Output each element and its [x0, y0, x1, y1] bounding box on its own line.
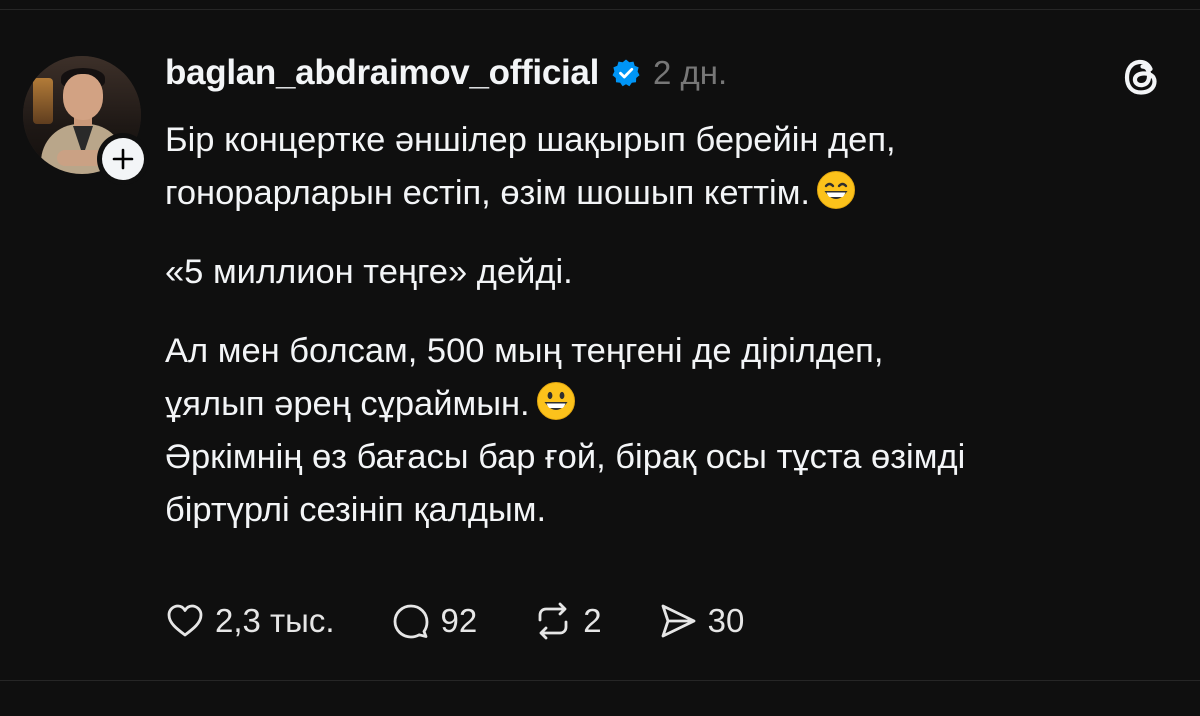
post-body: Бір концертке әншілер шақырып берейін де… — [165, 114, 1185, 537]
post-line: Әркімнің өз бағасы бар ғой, бірақ осы тұ… — [165, 438, 966, 476]
post-line: гонорарларын естіп, өзім шошып кеттім. — [165, 167, 1185, 220]
like-count: 2,3 тыс. — [215, 602, 335, 639]
bottom-divider — [0, 680, 1200, 681]
threads-logo-icon[interactable] — [1117, 52, 1167, 102]
post-line: «5 миллион теңге» дейді. — [165, 253, 573, 291]
post-header: baglan_abdraimov_official 2 дн. — [165, 52, 727, 94]
follow-button[interactable] — [97, 133, 149, 185]
verified-badge-icon — [612, 59, 640, 87]
comment-count: 92 — [440, 602, 478, 639]
post-line: Бір концертке әншілер шақырып берейін де… — [165, 121, 896, 159]
post-line: Ал мен болсам, 500 мың теңгені де дірілд… — [165, 332, 884, 370]
share-count: 30 — [707, 602, 745, 639]
post-line-text: гонорарларын естіп, өзім шошып кеттім. — [165, 174, 811, 212]
repost-count: 2 — [583, 602, 602, 639]
comment-button[interactable]: 92 — [391, 601, 478, 641]
plus-icon — [112, 148, 134, 170]
like-button[interactable]: 2,3 тыс. — [165, 601, 335, 641]
post-line: біртүрлі сезініп қалдым. — [165, 491, 547, 529]
post-timestamp: 2 дн. — [653, 54, 728, 91]
heart-icon — [167, 604, 203, 637]
share-button[interactable]: 30 — [658, 601, 745, 641]
grinning-smiling-eyes-emoji — [817, 171, 856, 209]
post-line-text: ұялып әрең сұраймын. — [165, 385, 530, 423]
repost-button[interactable]: 2 — [533, 601, 602, 641]
top-divider — [0, 9, 1200, 10]
post-actions: 2,3 тыс. 92 2 30 — [165, 596, 800, 646]
post-line: ұялып әрең сұраймын. — [165, 378, 1185, 431]
repost-icon — [538, 602, 568, 640]
grinning-face-emoji — [536, 382, 575, 420]
share-send-icon — [661, 604, 696, 638]
username-link[interactable]: baglan_abdraimov_official — [165, 53, 599, 93]
comment-bubble-icon — [393, 604, 428, 639]
